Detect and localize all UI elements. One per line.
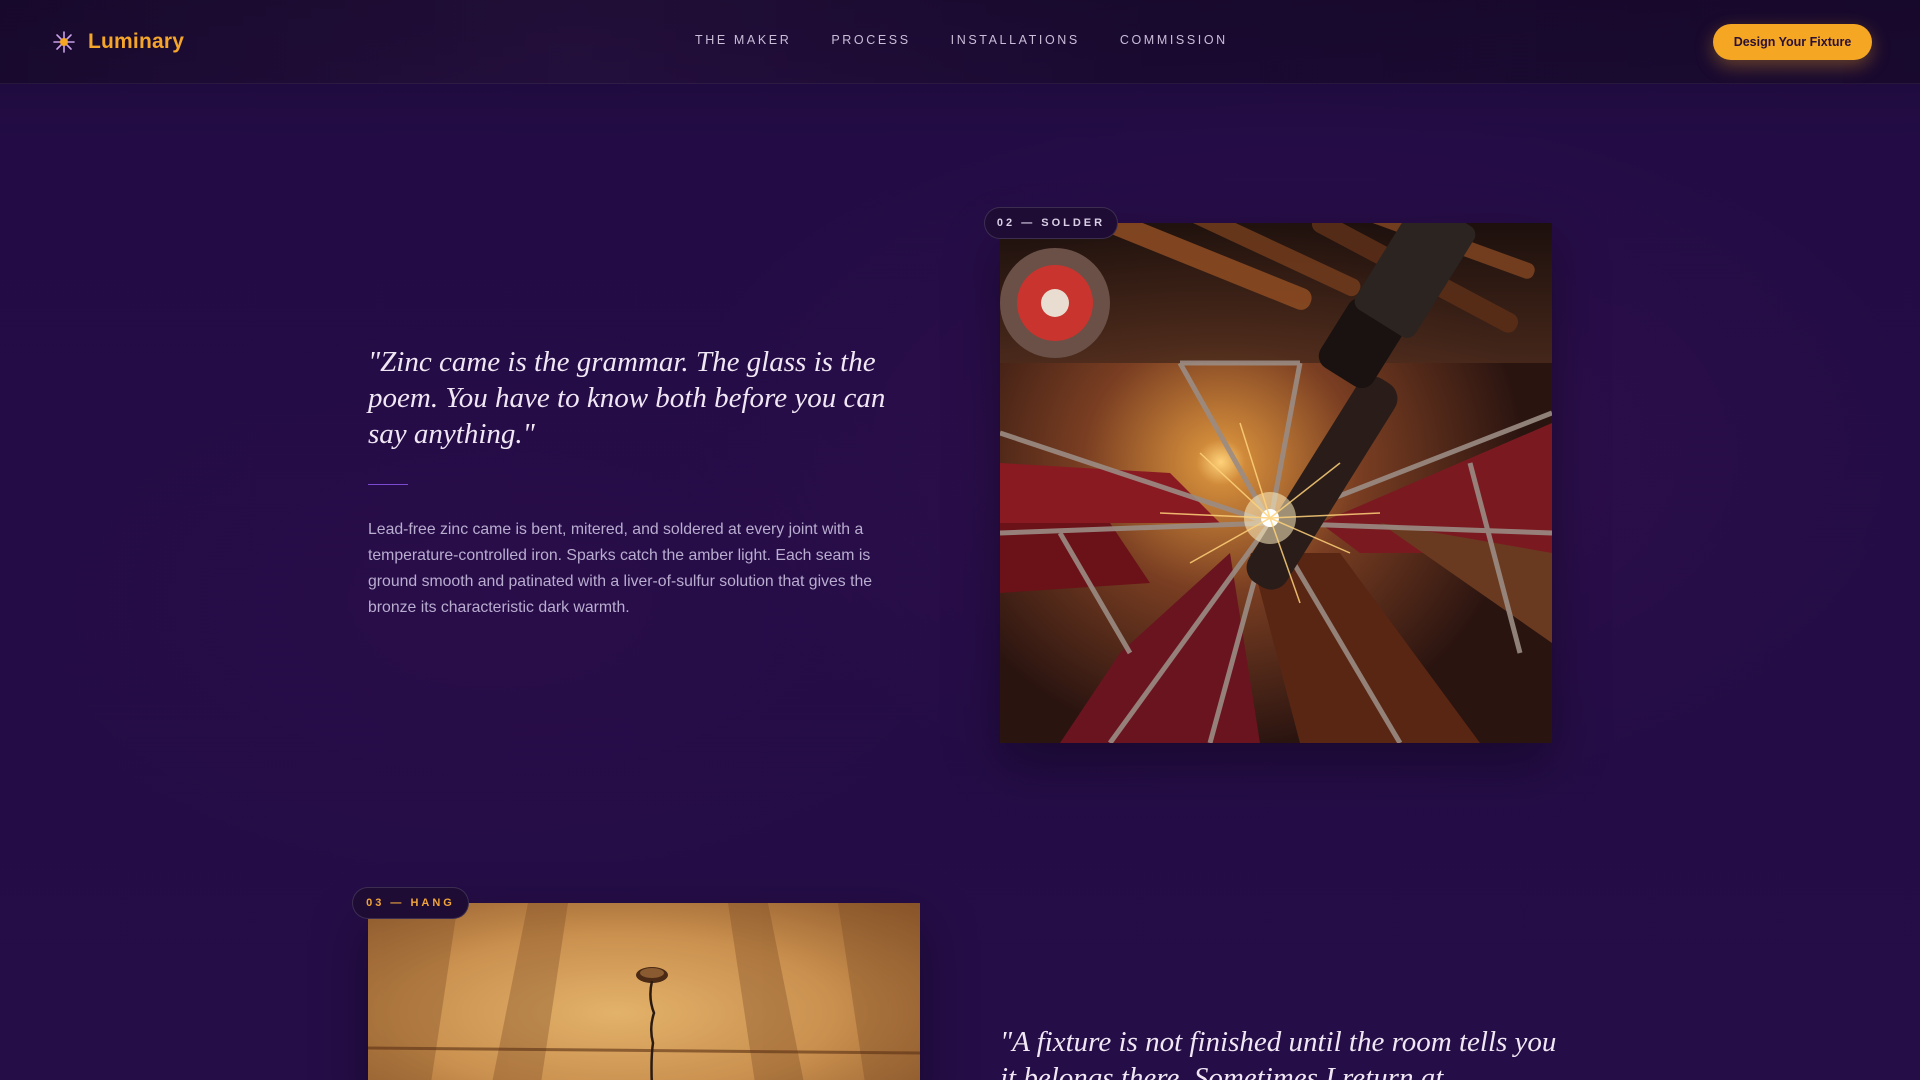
step-badge-hang: 03 — HANG — [352, 887, 469, 919]
quote-divider — [368, 484, 408, 485]
hang-quote: "A fixture is not finished until the roo… — [1000, 1026, 1557, 1080]
soldering-stained-glass-photo — [1000, 223, 1552, 743]
brand-name: Luminary — [88, 30, 185, 53]
step-badge-solder: 02 — SOLDER — [984, 207, 1118, 239]
nav-commission[interactable]: COMMISSION — [1120, 33, 1228, 47]
pendant-ceiling-photo — [368, 903, 920, 1080]
sparkle-logo-icon — [53, 31, 75, 53]
site-header: Luminary THE MAKER PROCESS INSTALLATIONS… — [0, 0, 1920, 84]
main-nav: THE MAKER PROCESS INSTALLATIONS COMMISSI… — [695, 33, 1228, 47]
solder-description: Lead-free zinc came is bent, mitered, an… — [368, 521, 873, 616]
brand-logo[interactable]: Luminary — [52, 28, 184, 56]
nav-process[interactable]: PROCESS — [831, 33, 910, 47]
solder-quote: "Zinc came is the grammar. The glass is … — [368, 346, 886, 450]
nav-installations[interactable]: INSTALLATIONS — [951, 33, 1080, 47]
design-fixture-button[interactable]: Design Your Fixture — [1713, 24, 1872, 60]
nav-the-maker[interactable]: THE MAKER — [695, 33, 791, 47]
